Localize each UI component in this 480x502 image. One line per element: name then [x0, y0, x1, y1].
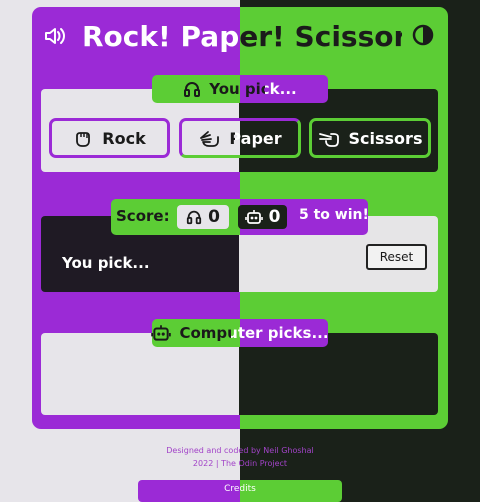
headphones-icon [186, 209, 202, 225]
rock-button-label: Rock [102, 128, 146, 148]
scissors-button-label: Scissors [348, 128, 423, 148]
round-status-text: You pick... [62, 254, 150, 272]
player-label-text: You pick... [209, 80, 297, 98]
robot-icon [244, 209, 263, 225]
headphones-icon [183, 80, 201, 98]
computer-score: 0 [268, 207, 281, 227]
contrast-icon[interactable] [410, 22, 436, 48]
computer-label: Computer picks... [151, 319, 329, 347]
computer-score-chip: 0 [238, 205, 287, 229]
player-label: You pick... [152, 75, 328, 103]
win-goal-text: 5 to win! [299, 207, 369, 223]
credits-button[interactable]: Credits [138, 480, 342, 502]
rock-button[interactable]: Rock [49, 118, 170, 158]
computer-label-text: Computer picks... [179, 324, 329, 342]
score-label: Score: [116, 207, 170, 225]
fist-icon [73, 128, 93, 148]
robot-icon [151, 324, 172, 342]
volume-icon[interactable] [42, 24, 68, 48]
page-title: Rock! Paper! Scissors! [82, 17, 437, 57]
player-score: 0 [208, 207, 220, 227]
footer-year: 2022 | The Odin Project [192, 459, 288, 468]
paper-button[interactable]: Paper [179, 118, 301, 158]
player-score-chip: 0 [177, 205, 229, 229]
scissors-button[interactable]: Scissors [309, 118, 431, 158]
credits-button-label: Credits [224, 484, 256, 494]
paper-button-label: Paper [229, 128, 282, 148]
footer-credit: Designed and coded by Neil Ghoshal [166, 446, 314, 455]
scissors-hand-icon [318, 128, 340, 148]
reset-button[interactable]: Reset [366, 244, 427, 270]
open-hand-icon [198, 128, 220, 148]
reset-button-label: Reset [379, 250, 414, 264]
